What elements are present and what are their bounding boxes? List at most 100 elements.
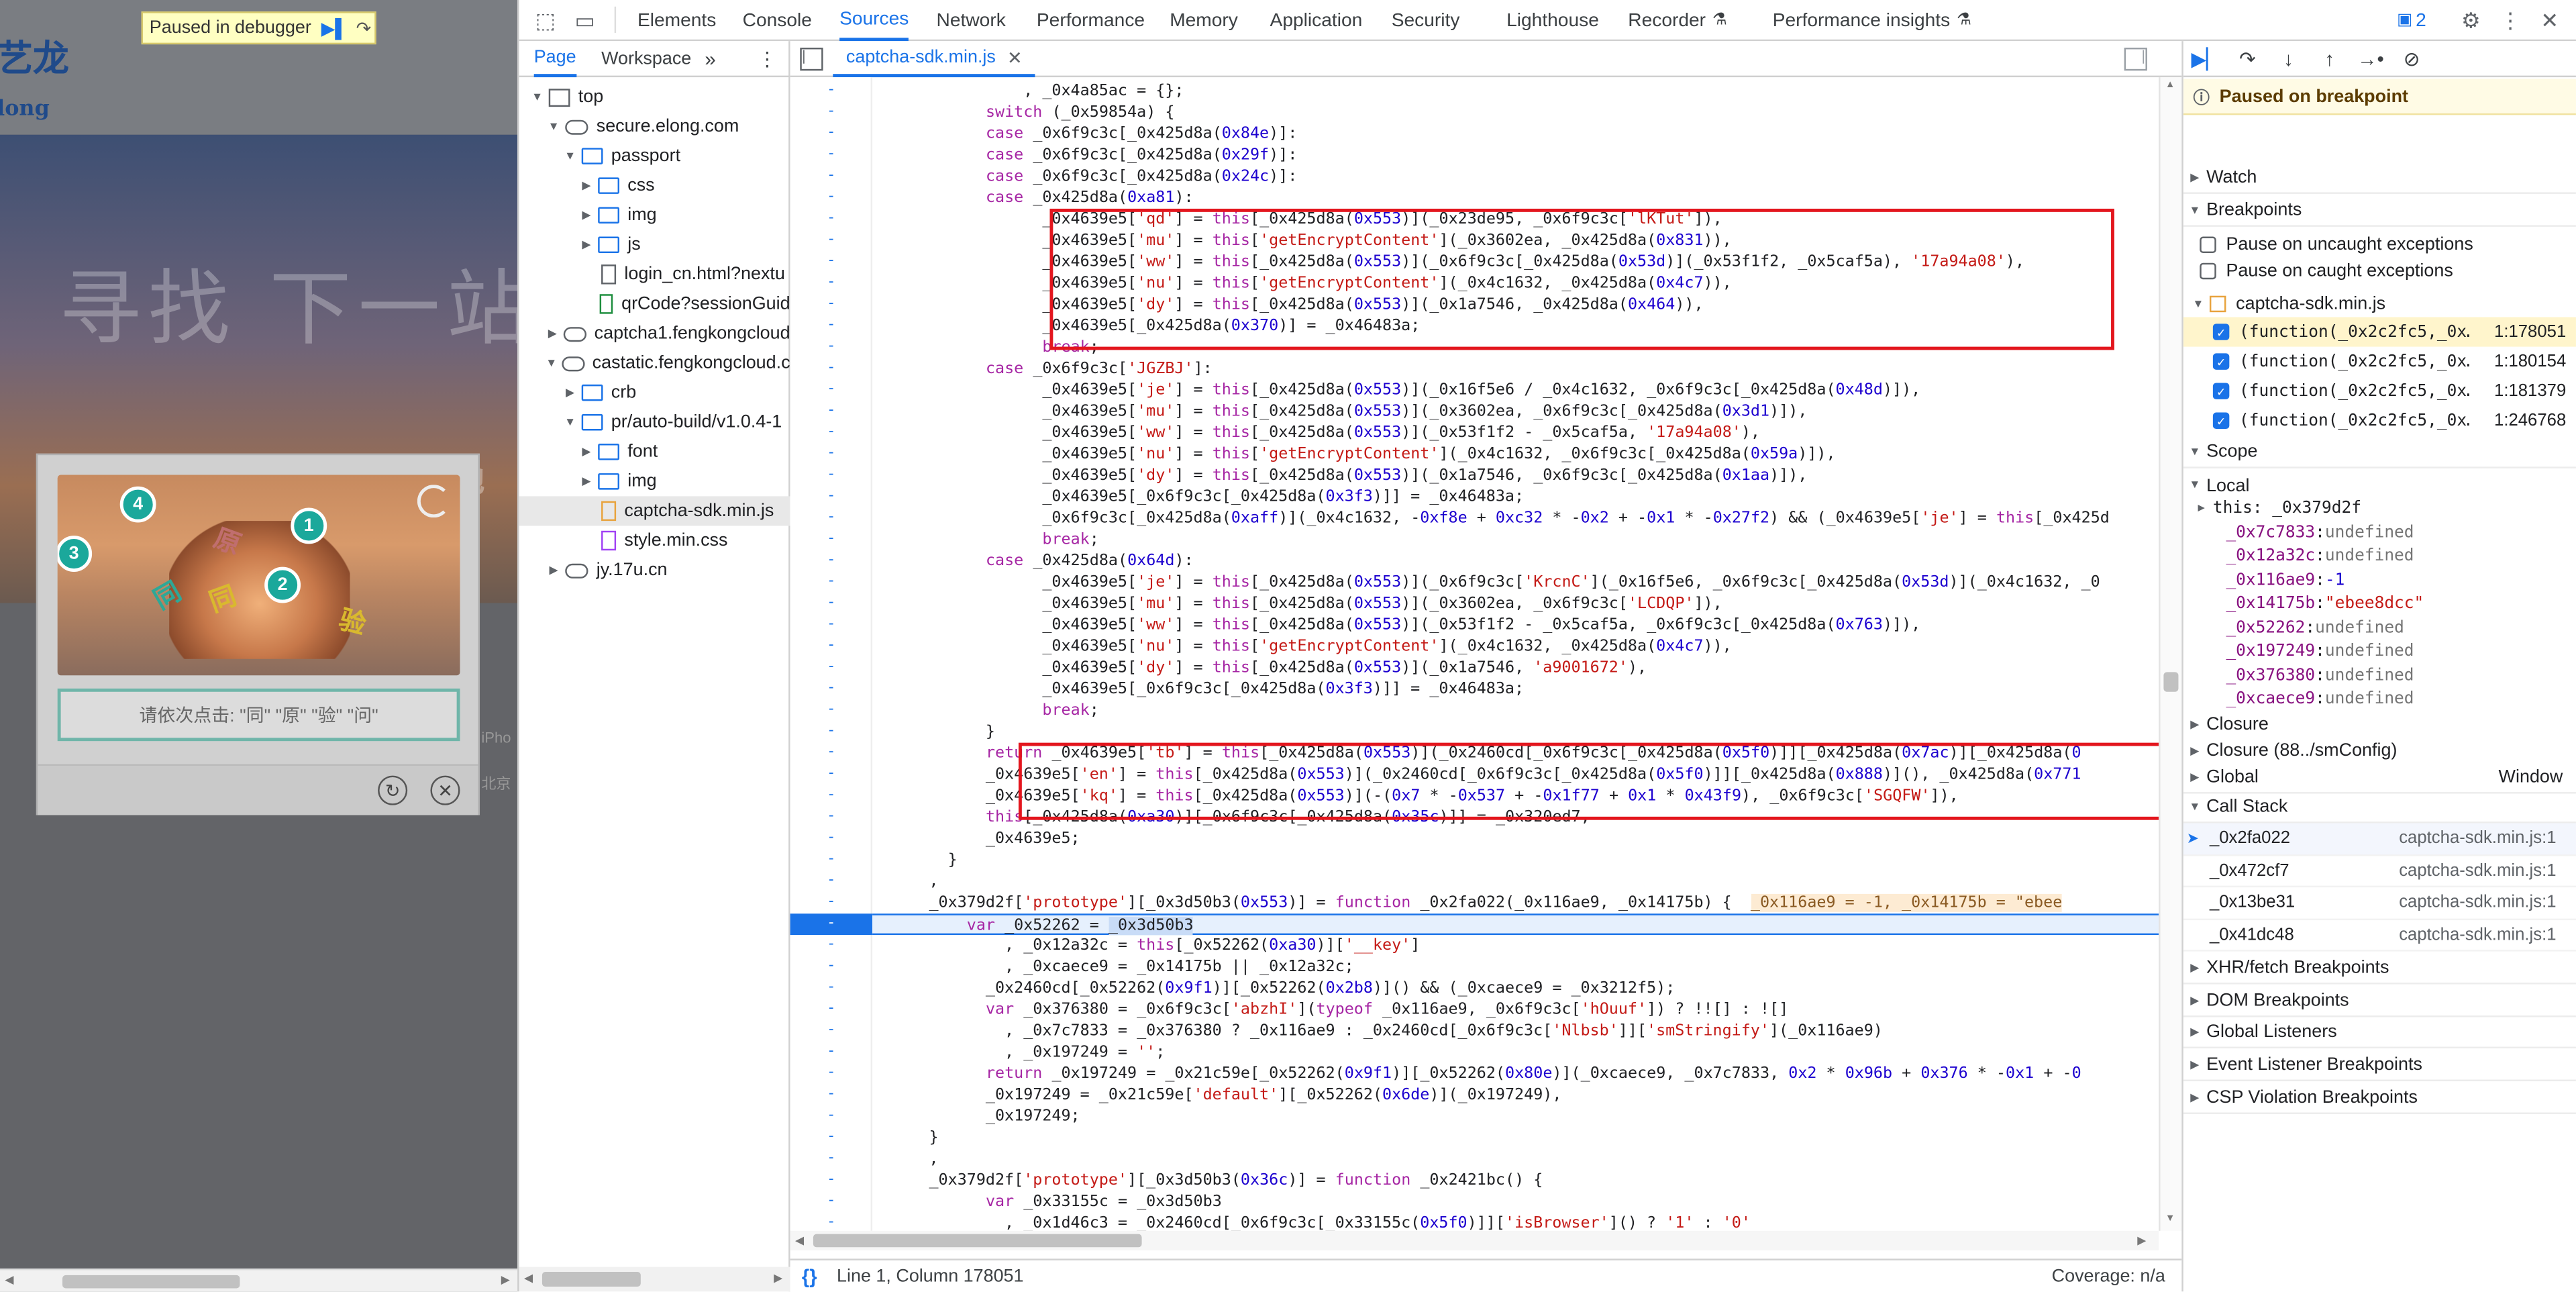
code-line[interactable]: _0x197249 = _0x21c59e['default'][_0x5226… <box>872 1085 1562 1106</box>
scope-variable[interactable]: _0x197249: undefined <box>2183 640 2576 664</box>
tab-console[interactable]: Console <box>743 0 812 41</box>
scrollbar-thumb[interactable] <box>2163 672 2179 692</box>
scrollbar-thumb[interactable] <box>62 1275 240 1289</box>
code-line[interactable]: _0x4639e5['je'] = this[_0x425d8a(0x553)]… <box>872 380 1920 401</box>
code-line[interactable]: case _0x425d8a(0xa81): <box>872 187 1194 209</box>
step-into-icon[interactable]: ↓ <box>2275 46 2302 72</box>
line-number[interactable]: - <box>790 1042 872 1063</box>
line-number[interactable]: - <box>790 380 872 401</box>
call-frame[interactable]: ➤ _0x2fa022 captcha-sdk.min.js:1 <box>2183 823 2576 856</box>
code-line[interactable]: case _0x425d8a(0x64d): <box>872 550 1194 572</box>
line-number[interactable]: - <box>790 508 872 530</box>
scroll-left-icon[interactable]: ◀ <box>5 1273 13 1287</box>
tree-item[interactable]: ▶ crb <box>519 378 790 407</box>
debugger-section[interactable]: ▶ DOM Breakpoints <box>2183 985 2576 1017</box>
tree-item[interactable]: ▶ captcha1.fengkongcloud <box>519 319 790 348</box>
inspect-element-icon[interactable]: ⬚ <box>532 8 558 34</box>
code-line[interactable]: _0x4639e5['ww'] = this[_0x425d8a(0x553)]… <box>872 615 1920 636</box>
tree-item[interactable]: qrCode?sessionGuid <box>519 289 790 319</box>
line-number[interactable]: - <box>790 593 872 615</box>
section-breakpoints[interactable]: ▼ Breakpoints <box>2183 195 2576 227</box>
step-out-icon[interactable]: ↑ <box>2316 46 2342 72</box>
checkbox[interactable]: ✓ <box>2212 412 2230 430</box>
section-watch[interactable]: ▶ Watch <box>2183 162 2576 194</box>
resume-icon[interactable]: ▶▌ <box>321 17 348 38</box>
code-line[interactable]: _0x4639e5[_0x6f9c3c[_0x425d8a(0x3f3)]] =… <box>872 487 1524 508</box>
scroll-left-icon[interactable]: ◀ <box>795 1234 804 1247</box>
section-scope[interactable]: ▼ Scope <box>2183 437 2576 468</box>
code-line[interactable]: , _0xcaece9 = _0x14175b || _0x12a32c; <box>872 956 1354 978</box>
line-number[interactable]: - <box>790 722 872 743</box>
line-number[interactable]: - <box>790 144 872 166</box>
collapse-arrow-icon[interactable]: ▼ <box>562 150 578 162</box>
collapse-arrow-icon[interactable]: ▼ <box>529 91 545 103</box>
code-line[interactable]: , <box>872 871 938 893</box>
line-number[interactable]: - <box>790 123 872 145</box>
close-icon[interactable]: ✕ <box>430 775 460 805</box>
tree-item[interactable]: ▶ css <box>519 171 790 201</box>
checkbox[interactable]: ✓ <box>2212 353 2230 370</box>
checkbox[interactable]: ✓ <box>2212 324 2230 340</box>
call-frame[interactable]: _0x41dc48 captcha-sdk.min.js:1 <box>2183 920 2576 952</box>
code-line[interactable]: return _0x197249 = _0x21c59e[_0x52262(0x… <box>872 1063 2081 1085</box>
more-options-icon[interactable]: ⋮ <box>2497 8 2523 34</box>
code-line[interactable]: _0x4639e5['dy'] = this[_0x425d8a(0x553)]… <box>872 657 1647 679</box>
tree-item[interactable]: ▶ font <box>519 437 790 466</box>
tree-item[interactable]: ▼ pr/auto-build/v1.0.4-1 <box>519 407 790 437</box>
expand-arrow-icon[interactable]: ▶ <box>578 445 595 458</box>
line-number[interactable]: - <box>790 444 872 465</box>
tab-network[interactable]: Network <box>937 0 1006 41</box>
code-line[interactable]: _0x4639e5['dy'] = this[_0x425d8a(0x553)]… <box>872 465 1807 487</box>
scroll-up-icon[interactable]: ▲ <box>2165 81 2175 91</box>
navigator-scrollbar[interactable]: ◀ ▶ <box>519 1266 790 1292</box>
paused-code-line[interactable]: var _0x52262 = _0x3d50b3 <box>872 913 2159 936</box>
step-over-icon[interactable]: ↷ <box>356 17 372 38</box>
collapse-arrow-icon[interactable]: ▼ <box>546 121 562 132</box>
code-line[interactable]: case _0x6f9c3c[_0x425d8a(0x84e)]: <box>872 123 1297 145</box>
code-line[interactable]: _0x4639e5['nu'] = this['getEncryptConten… <box>872 636 1731 657</box>
line-number[interactable]: - <box>790 999 872 1021</box>
line-number[interactable]: - <box>790 465 872 487</box>
tab-memory[interactable]: Memory <box>1170 0 1238 41</box>
line-number[interactable]: - <box>790 850 872 871</box>
line-number[interactable]: - <box>790 871 872 893</box>
code-area[interactable]: , _0x4a85ac = {}; switch (_0x59854a) { c… <box>872 77 2159 1231</box>
pause-uncaught-option[interactable]: Pause on uncaught exceptions <box>2183 232 2576 258</box>
deactivate-breakpoints-icon[interactable]: ⊘ <box>2399 46 2425 72</box>
code-line[interactable]: _0x4639e5[_0x6f9c3c[_0x425d8a(0x3f3)]] =… <box>872 679 1524 700</box>
line-gutter[interactable]: ----------------------------------------… <box>790 77 873 1231</box>
code-line[interactable]: _0x4639e5['je'] = this[_0x425d8a(0x553)]… <box>872 572 2100 593</box>
line-number[interactable]: - <box>790 1128 872 1149</box>
tab-recorder[interactable]: Recorder ⚗ <box>1628 0 1727 41</box>
pretty-print-icon[interactable]: {} <box>802 1264 817 1287</box>
checkbox[interactable]: ✓ <box>2212 383 2230 399</box>
code-line[interactable]: , _0x4a85ac = {}; <box>872 81 1184 102</box>
line-number[interactable]: - <box>790 1148 872 1170</box>
tree-item[interactable]: captcha-sdk.min.js <box>519 496 790 526</box>
scope-variable[interactable]: _0x7c7833: undefined <box>2183 521 2576 545</box>
line-number[interactable]: - <box>790 785 872 807</box>
tab-security[interactable]: Security <box>1392 0 1460 41</box>
editor-horizontal-scrollbar[interactable]: ◀ ▶ <box>790 1230 2159 1251</box>
code-line[interactable]: , <box>872 1148 938 1170</box>
close-icon[interactable]: ✕ <box>2536 8 2563 34</box>
code-line[interactable]: break; <box>872 700 1098 722</box>
tree-item[interactable]: ▶ js <box>519 230 790 260</box>
code-line[interactable]: _0x4639e5['mu'] = this[_0x425d8a(0x553)]… <box>872 401 1807 422</box>
toggle-navigator-icon[interactable]: ▏ <box>800 48 823 71</box>
refresh-icon[interactable] <box>417 485 450 518</box>
tree-item[interactable]: ▶ img <box>519 466 790 496</box>
scope-closure-smconfig[interactable]: ▶ Closure (88../smConfig) <box>2183 734 2576 766</box>
scope-variable[interactable]: _0x376380: undefined <box>2183 664 2576 688</box>
scope-variable[interactable]: _0x52262: undefined <box>2183 616 2576 640</box>
line-number[interactable]: - <box>790 315 872 337</box>
editor-file-tab[interactable]: captcha-sdk.min.js ✕ <box>833 41 1036 78</box>
line-number[interactable]: - <box>790 1020 872 1042</box>
section-call-stack[interactable]: ▼ Call Stack <box>2183 792 2576 824</box>
line-number[interactable]: - <box>790 1085 872 1106</box>
expand-arrow-icon[interactable]: ▶ <box>545 327 561 340</box>
collapse-arrow-icon[interactable]: ▼ <box>544 358 559 369</box>
code-line[interactable]: , _0x1d46c3 = _0x2460cd[_0x6f9c3c[_0x331… <box>872 1213 1751 1230</box>
code-line[interactable]: } <box>872 722 995 743</box>
close-icon[interactable]: ✕ <box>1007 47 1023 68</box>
